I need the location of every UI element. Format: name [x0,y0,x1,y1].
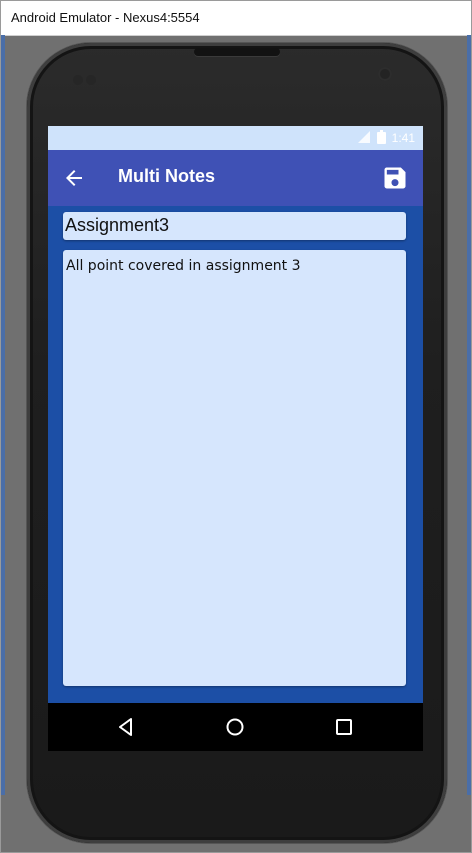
save-icon [384,167,406,189]
front-camera [378,67,392,81]
arrow-left-icon [66,170,82,186]
back-triangle-icon [119,718,132,736]
status-bar: 1:41 [48,126,423,150]
device-screen: 1:41 Multi Notes Assignment3 All point c… [48,126,423,751]
emulator-title: Android Emulator - Nexus4:5554 [11,10,200,25]
status-time: 1:41 [391,131,415,145]
navigation-bar [48,703,423,751]
app-title: Multi Notes [118,166,215,186]
save-button[interactable] [381,164,409,192]
home-circle-icon [226,718,244,736]
signal-icon [357,129,371,148]
earpiece [194,48,280,56]
nav-back-button[interactable] [114,715,138,739]
battery-icon [376,129,386,148]
nav-home-button[interactable] [223,715,247,739]
status-icons: 1:41 [357,129,415,148]
emulator-title-bar: Android Emulator - Nexus4:5554 [1,1,471,36]
nav-recents-button[interactable] [332,715,356,739]
sensor-dots [73,70,99,85]
background-strip-right [467,35,471,795]
app-bar: Multi Notes [48,150,423,206]
note-body-field[interactable]: All point covered in assignment 3 [63,250,406,686]
recents-square-icon [336,719,352,735]
background-strip-left [1,35,5,795]
note-title-field[interactable]: Assignment3 [63,212,406,240]
back-button[interactable] [62,166,86,190]
emulator-window: Android Emulator - Nexus4:5554 1:41 Mult… [0,0,472,853]
